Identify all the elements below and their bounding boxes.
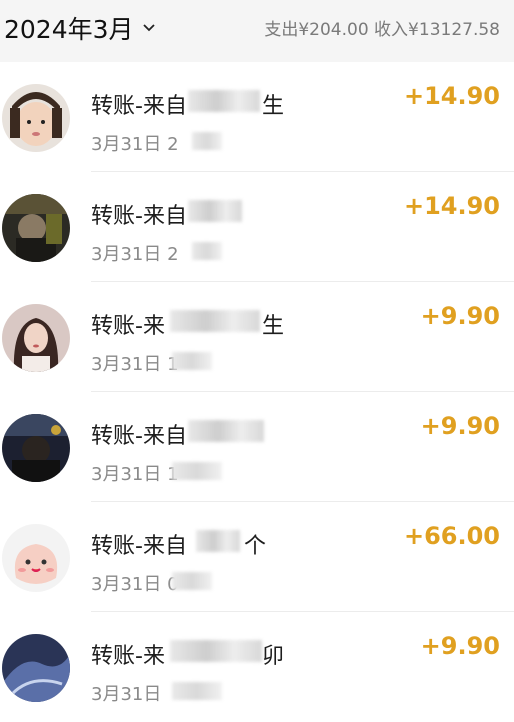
transaction-list: 转账-来自 生 3月31日 2 +14.90 转账-来自 3月31日 2 +14…: [0, 62, 514, 722]
transaction-amount: +66.00: [403, 522, 500, 550]
transaction-row[interactable]: 转账-来自 3月31日 1 +9.90: [0, 392, 514, 502]
transaction-title-suffix: 个: [244, 534, 267, 559]
transaction-time: 3月31日: [91, 684, 162, 705]
transaction-time: 3月31日 2: [91, 134, 179, 155]
transaction-row[interactable]: 转账-来 生 3月31日 1 +9.90: [0, 282, 514, 392]
transaction-title: 转账-来自: [91, 424, 187, 449]
redacted-time: [172, 462, 222, 480]
transaction-title: 转账-来: [91, 314, 165, 339]
transaction-amount: +9.90: [420, 632, 500, 660]
header-bar: 2024年3月 支出¥204.00 收入¥13127.58: [0, 0, 514, 62]
redacted-name: [170, 310, 260, 332]
transaction-amount: +14.90: [403, 82, 500, 110]
transaction-row[interactable]: 转账-来自 生 3月31日 2 +14.90: [0, 62, 514, 172]
transaction-title: 转账-来自: [91, 94, 187, 119]
transaction-time: 3月31日 2: [91, 244, 179, 265]
redacted-time: [172, 352, 212, 370]
transaction-time: 3月31日 1: [91, 354, 179, 375]
avatar: [2, 84, 70, 152]
transaction-row[interactable]: 转账-来 卯 3月31日 +9.90: [0, 612, 514, 722]
transaction-amount: +14.90: [403, 192, 500, 220]
redacted-name: [170, 640, 262, 662]
transaction-title-suffix: 生: [262, 94, 285, 119]
redacted-name: [188, 200, 242, 222]
avatar: [2, 634, 70, 702]
redacted-time: [172, 682, 222, 700]
month-selector[interactable]: 2024年3月: [4, 10, 156, 46]
redacted-name: [188, 90, 260, 112]
transaction-title: 转账-来自: [91, 534, 187, 559]
chevron-down-icon: [142, 24, 155, 32]
avatar: [2, 304, 70, 372]
redacted-name: [196, 530, 240, 552]
avatar: [2, 414, 70, 482]
redacted-time: [192, 132, 222, 150]
avatar: [2, 524, 70, 592]
month-label: 2024年3月: [4, 15, 134, 44]
avatar: [2, 194, 70, 262]
transaction-row[interactable]: 转账-来自 3月31日 2 +14.90: [0, 172, 514, 282]
transaction-time: 3月31日 0: [91, 574, 179, 595]
transaction-amount: +9.90: [420, 302, 500, 330]
month-summary: 支出¥204.00 收入¥13127.58: [264, 20, 500, 40]
transaction-title-suffix: 卯: [262, 644, 285, 669]
transaction-title-suffix: 生: [262, 314, 285, 339]
transaction-row[interactable]: 转账-来自 个 3月31日 0 +66.00: [0, 502, 514, 612]
transaction-time: 3月31日 1: [91, 464, 179, 485]
transaction-amount: +9.90: [420, 412, 500, 440]
transaction-title: 转账-来: [91, 644, 165, 669]
redacted-time: [172, 572, 212, 590]
redacted-time: [192, 242, 222, 260]
transaction-title: 转账-来自: [91, 204, 187, 229]
redacted-name: [188, 420, 264, 442]
